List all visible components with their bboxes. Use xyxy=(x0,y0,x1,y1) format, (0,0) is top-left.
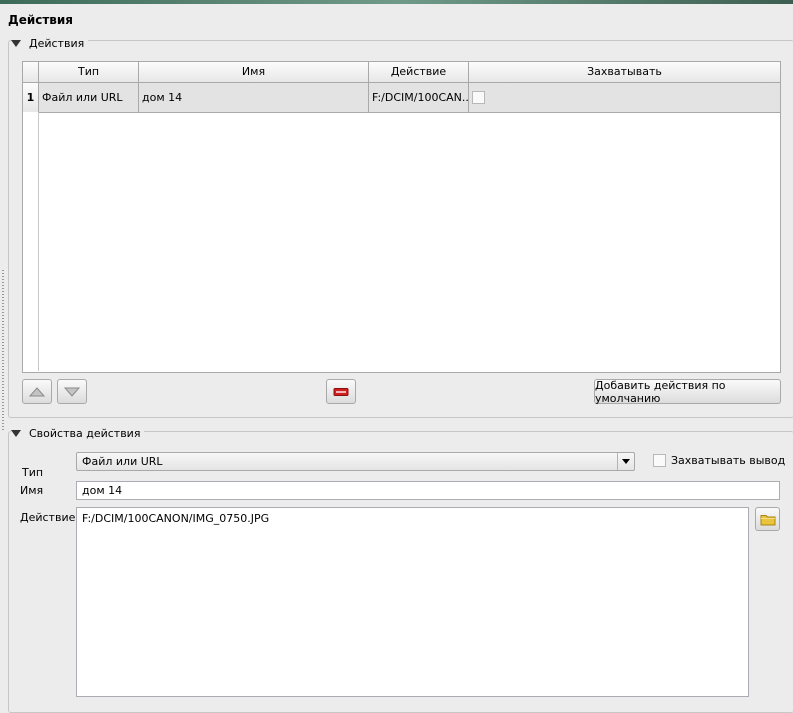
type-select-value: Файл или URL xyxy=(82,455,163,468)
name-label: Имя xyxy=(20,484,44,497)
table-cell-name[interactable]: дом 14 xyxy=(139,83,369,113)
folder-icon xyxy=(760,514,775,525)
page-title: Действия xyxy=(8,13,74,27)
row-number[interactable]: 1 xyxy=(23,83,39,113)
capture-output-control[interactable]: Захватывать вывод xyxy=(653,454,785,467)
column-header-capture[interactable]: Захватывать xyxy=(469,62,780,83)
collapse-triangle-icon[interactable] xyxy=(11,40,21,47)
properties-group-header[interactable]: Свойства действия xyxy=(11,427,145,440)
action-label: Действие xyxy=(20,511,76,524)
browse-folder-button[interactable] xyxy=(755,507,780,531)
action-textarea[interactable]: F:/DCIM/100CANON/IMG_0750.JPG xyxy=(76,507,749,697)
capture-output-label: Захватывать вывод xyxy=(671,454,786,467)
chevron-down-icon[interactable] xyxy=(617,453,634,470)
capture-output-checkbox[interactable] xyxy=(653,454,666,467)
window-top-strip xyxy=(0,0,793,4)
table-cell-type[interactable]: Файл или URL xyxy=(39,83,139,113)
row-header-column xyxy=(23,112,39,371)
triangle-up-icon xyxy=(29,386,45,396)
actions-table[interactable]: Тип Имя Действие Захватывать 1 Файл или … xyxy=(22,61,781,373)
triangle-down-icon xyxy=(64,387,80,397)
add-default-actions-label: Добавить действия по умолчанию xyxy=(595,378,726,405)
column-header-type[interactable]: Тип xyxy=(39,62,139,83)
type-label: Тип xyxy=(22,466,44,479)
column-header-name[interactable]: Имя xyxy=(139,62,369,83)
splitter-grip[interactable] xyxy=(2,270,4,430)
add-default-actions-button[interactable]: Добавить действия по умолчанию xyxy=(594,378,781,405)
collapse-triangle-icon[interactable] xyxy=(11,430,21,437)
remove-action-button[interactable] xyxy=(326,379,356,404)
move-down-button[interactable] xyxy=(57,379,87,404)
move-up-button[interactable] xyxy=(22,379,52,404)
actions-group-title: Действия xyxy=(29,37,85,50)
column-header-action[interactable]: Действие xyxy=(369,62,469,83)
capture-checkbox[interactable] xyxy=(472,90,485,104)
name-field[interactable]: дом 14 xyxy=(76,481,780,500)
type-select[interactable]: Файл или URL xyxy=(76,452,635,471)
table-cell-action[interactable]: F:/DCIM/100CAN... xyxy=(369,83,469,113)
remove-icon xyxy=(333,387,349,396)
properties-group-title: Свойства действия xyxy=(29,427,141,440)
actions-group-header[interactable]: Действия xyxy=(11,37,89,50)
corner-header xyxy=(23,62,39,83)
table-cell-capture[interactable] xyxy=(469,83,780,113)
